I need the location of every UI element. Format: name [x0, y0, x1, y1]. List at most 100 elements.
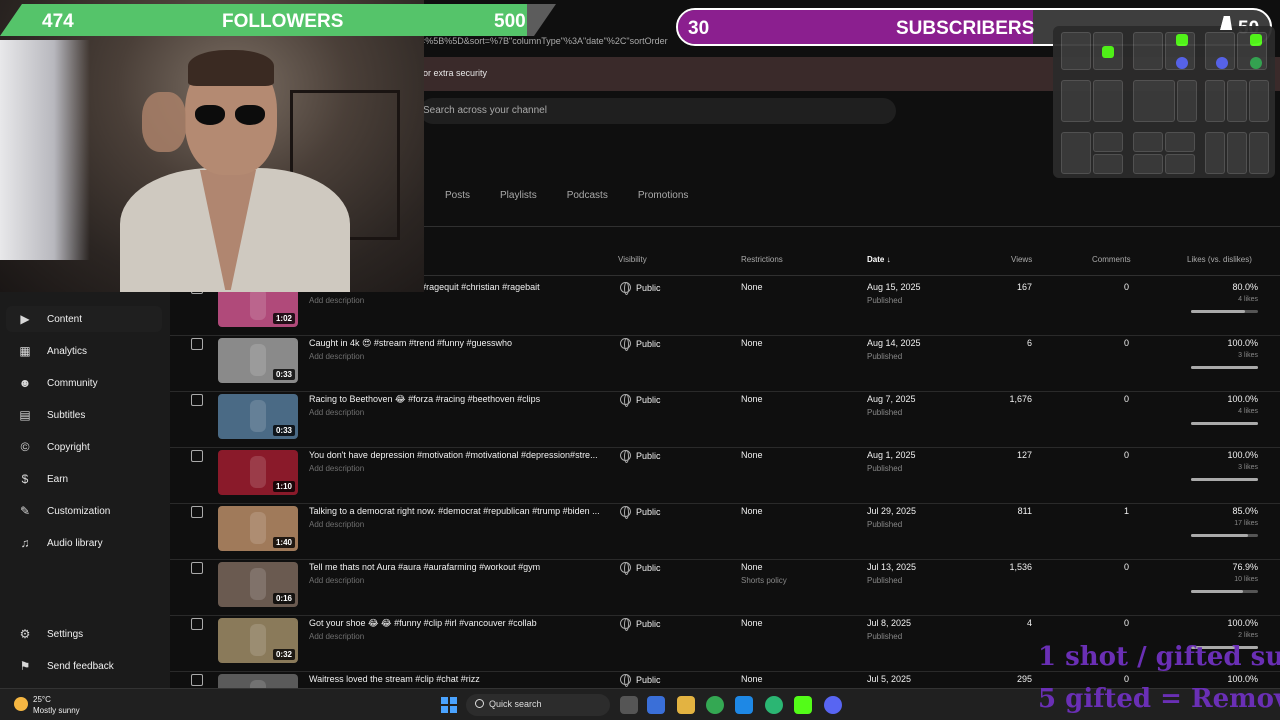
- visibility-cell[interactable]: Public: [620, 282, 661, 295]
- video-thumbnail[interactable]: 1:10: [218, 450, 298, 495]
- snap-cell[interactable]: [1061, 32, 1091, 70]
- row-checkbox[interactable]: [191, 394, 203, 406]
- visibility-label: Public: [636, 618, 661, 629]
- sidebar-item-audio-library[interactable]: ♫ Audio library: [6, 530, 162, 556]
- chrome-profile-icon[interactable]: [765, 696, 783, 714]
- sidebar-item-customization[interactable]: ✎ Customization: [6, 498, 162, 524]
- row-checkbox[interactable]: [191, 338, 203, 350]
- kick-icon[interactable]: [794, 696, 812, 714]
- sidebar-item-content[interactable]: ▶ Content: [6, 306, 162, 332]
- video-description[interactable]: Add description: [309, 296, 364, 305]
- sidebar-item-subtitles[interactable]: ▤ Subtitles: [6, 402, 162, 428]
- video-thumbnail[interactable]: 0:32: [218, 618, 298, 663]
- promo-line-2: 5 gifted = Remov: [1038, 684, 1280, 714]
- restriction-value: None: [741, 562, 763, 572]
- table-row[interactable]: 1:10 You don't have depression #motivatio…: [170, 448, 1280, 504]
- windows-start-icon[interactable]: [441, 697, 457, 713]
- video-description[interactable]: Add description: [309, 408, 364, 417]
- table-row[interactable]: 0:16 Tell me thats not Aura #aura #aurafa…: [170, 560, 1280, 616]
- discord-icon: [1176, 57, 1188, 69]
- snap-cell[interactable]: [1061, 80, 1091, 122]
- snap-cell[interactable]: [1165, 154, 1195, 174]
- visibility-cell[interactable]: Public: [620, 506, 661, 519]
- tab-playlists[interactable]: Playlists: [485, 186, 552, 205]
- video-duration: 1:02: [272, 313, 295, 324]
- snap-cell[interactable]: [1093, 80, 1123, 122]
- header-visibility[interactable]: Visibility: [618, 255, 647, 264]
- sidebar-item-earn[interactable]: $ Earn: [6, 466, 162, 492]
- video-title[interactable]: Talking to a democrat right now. #democr…: [309, 506, 600, 516]
- row-checkbox[interactable]: [191, 450, 203, 462]
- channel-search-input[interactable]: Search across your channel: [420, 98, 896, 124]
- snap-cell[interactable]: [1249, 132, 1269, 174]
- discord-icon[interactable]: [824, 696, 842, 714]
- video-description[interactable]: Add description: [309, 464, 364, 473]
- snap-cell[interactable]: [1227, 80, 1247, 122]
- table-row[interactable]: 0:33 Caught in 4k 😍 #stream #trend #funny…: [170, 336, 1280, 392]
- snap-cell[interactable]: [1177, 80, 1197, 122]
- video-title[interactable]: Got your shoe 😂 😂 #funny #clip #irl #van…: [309, 618, 537, 629]
- row-checkbox[interactable]: [191, 562, 203, 574]
- table-row[interactable]: 0:33 Racing to Beethoven 😂 #forza #racing…: [170, 392, 1280, 448]
- sidebar-item-community[interactable]: ☻ Community: [6, 370, 162, 396]
- tab-posts[interactable]: Posts: [430, 186, 485, 205]
- sidebar-item-label: Send feedback: [47, 660, 114, 672]
- snap-cell[interactable]: [1205, 132, 1225, 174]
- tab-promotions[interactable]: Promotions: [623, 186, 704, 205]
- globe-icon: [620, 506, 631, 519]
- video-title[interactable]: Racing to Beethoven 😂 #forza #racing #be…: [309, 394, 540, 405]
- video-title[interactable]: Caught in 4k 😍 #stream #trend #funny #gu…: [309, 338, 512, 349]
- video-description[interactable]: Add description: [309, 520, 364, 529]
- snap-cell[interactable]: [1227, 132, 1247, 174]
- header-restrictions[interactable]: Restrictions: [741, 255, 783, 264]
- video-description[interactable]: Add description: [309, 632, 364, 641]
- row-checkbox[interactable]: [191, 674, 203, 686]
- visibility-label: Public: [636, 506, 661, 517]
- snap-cell[interactable]: [1133, 80, 1175, 122]
- header-likes[interactable]: Likes (vs. dislikes): [1187, 255, 1252, 264]
- chrome-icon[interactable]: [706, 696, 724, 714]
- visibility-cell[interactable]: Public: [620, 450, 661, 463]
- task-view-icon[interactable]: [620, 696, 638, 714]
- row-checkbox[interactable]: [191, 618, 203, 630]
- video-thumbnail[interactable]: 0:33: [218, 338, 298, 383]
- header-comments[interactable]: Comments: [1092, 255, 1131, 264]
- header-date[interactable]: Date ↓: [867, 255, 891, 264]
- visibility-cell[interactable]: Public: [620, 674, 661, 687]
- row-checkbox[interactable]: [191, 506, 203, 518]
- file-explorer-icon[interactable]: [677, 696, 695, 714]
- video-thumbnail[interactable]: 1:40: [218, 506, 298, 551]
- video-description[interactable]: Add description: [309, 576, 364, 585]
- snap-cell[interactable]: [1205, 80, 1225, 122]
- sidebar-item-copyright[interactable]: © Copyright: [6, 434, 162, 460]
- video-description[interactable]: Add description: [309, 352, 364, 361]
- table-row[interactable]: 1:40 Talking to a democrat right now. #de…: [170, 504, 1280, 560]
- header-views[interactable]: Views: [1011, 255, 1032, 264]
- sort-down-arrow-icon: ↓: [886, 255, 891, 264]
- snap-cell[interactable]: [1133, 32, 1163, 70]
- snap-cell[interactable]: [1165, 132, 1195, 152]
- visibility-cell[interactable]: Public: [620, 562, 661, 575]
- visibility-cell[interactable]: Public: [620, 618, 661, 631]
- sidebar-item-analytics[interactable]: ▦ Analytics: [6, 338, 162, 364]
- store-icon[interactable]: [735, 696, 753, 714]
- video-thumbnail[interactable]: 0:33: [218, 394, 298, 439]
- sidebar-item-settings[interactable]: ⚙ Settings: [6, 621, 162, 647]
- snap-cell[interactable]: [1093, 154, 1123, 174]
- visibility-cell[interactable]: Public: [620, 394, 661, 407]
- snap-cell[interactable]: [1133, 132, 1163, 152]
- copilot-icon[interactable]: [647, 696, 665, 714]
- tab-podcasts[interactable]: Podcasts: [552, 186, 623, 205]
- video-thumbnail[interactable]: 0:16: [218, 562, 298, 607]
- weather-sun-icon[interactable]: [14, 697, 28, 711]
- quick-search-box[interactable]: Quick search: [466, 694, 610, 716]
- visibility-cell[interactable]: Public: [620, 338, 661, 351]
- video-title[interactable]: Waitress loved the stream #clip #chat #r…: [309, 674, 480, 684]
- snap-cell[interactable]: [1133, 154, 1163, 174]
- snap-cell[interactable]: [1061, 132, 1091, 174]
- snap-cell[interactable]: [1093, 132, 1123, 152]
- sidebar-item-send-feedback[interactable]: ⚑ Send feedback: [6, 653, 162, 679]
- video-title[interactable]: Tell me thats not Aura #aura #aurafarmin…: [309, 562, 540, 572]
- video-title[interactable]: You don't have depression #motivation #m…: [309, 450, 598, 460]
- snap-cell[interactable]: [1249, 80, 1269, 122]
